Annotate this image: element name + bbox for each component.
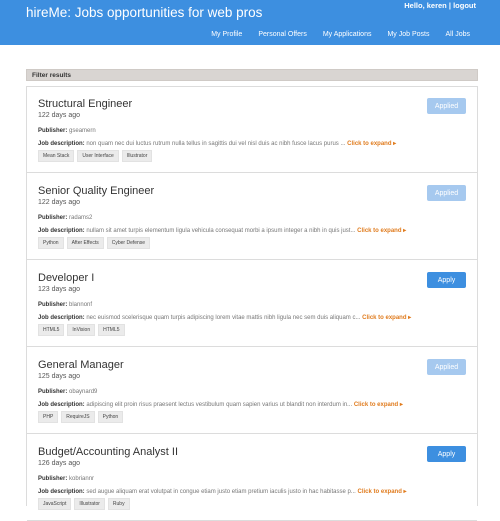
skill-tag[interactable]: Python <box>97 411 124 423</box>
job-publisher: Publisher: blannonf <box>38 302 92 308</box>
skill-tag[interactable]: InVision <box>67 324 96 336</box>
expand-link[interactable]: Click to expand ▸ <box>357 228 406 234</box>
job-card: Budget/Accounting Analyst II 126 days ago… <box>27 435 477 521</box>
nav-personal-offers[interactable]: Personal Offers <box>258 31 307 38</box>
skill-tag[interactable]: After Effects <box>66 237 104 249</box>
job-card: Developer I 123 days ago Publisher: blanno… <box>27 261 477 347</box>
job-description: Job description: nec euismod scelerisque… <box>38 314 468 321</box>
description-text: adipiscing elit proin risus praesent lec… <box>86 402 353 408</box>
skill-tag[interactable]: HTML5 <box>98 324 125 336</box>
skill-tag[interactable]: PHP <box>38 411 59 423</box>
expand-link[interactable]: Click to expand ▸ <box>347 141 396 147</box>
publisher-name: gseamern <box>69 128 96 134</box>
description-label: Job description: <box>38 228 85 234</box>
job-card: Structural Engineer 122 days ago Publisher… <box>27 87 477 173</box>
nav-my-profile[interactable]: My Profile <box>211 31 242 38</box>
job-posted-date: 122 days ago <box>38 112 81 119</box>
nav-my-applications[interactable]: My Applications <box>323 31 372 38</box>
apply-button[interactable]: Apply <box>427 446 466 462</box>
nav-all-jobs[interactable]: All Jobs <box>445 31 470 38</box>
applied-button[interactable]: Applied <box>427 185 466 201</box>
job-publisher: Publisher: radams2 <box>38 215 92 221</box>
logout-link[interactable]: logout <box>453 1 476 10</box>
publisher-name: kobriannr <box>69 476 95 482</box>
description-label: Job description: <box>38 489 85 495</box>
job-posted-date: 125 days ago <box>38 373 81 380</box>
site-brand[interactable]: hireMe: Jobs opportunities for web pros <box>26 5 262 20</box>
publisher-label: Publisher: <box>38 128 68 134</box>
publisher-name: obaynard9 <box>69 389 98 395</box>
skill-tags: PHP RequireJS Python <box>38 411 124 423</box>
job-title[interactable]: Budget/Accounting Analyst II <box>38 446 178 458</box>
user-menu: Hello, keren | logout <box>404 1 476 10</box>
expand-link[interactable]: Click to expand ▸ <box>354 402 403 408</box>
job-description: Job description: nullam sit amet turpis … <box>38 227 468 234</box>
main-nav: My Profile Personal Offers My Applicatio… <box>211 31 470 38</box>
skill-tag[interactable]: User Interface <box>77 150 119 162</box>
job-card: Senior Quality Engineer 122 days ago Publi… <box>27 174 477 260</box>
apply-button[interactable]: Apply <box>427 272 466 288</box>
skill-tags: Python After Effects Cyber Defense <box>38 237 151 249</box>
top-navbar: hireMe: Jobs opportunities for web pros … <box>0 0 500 45</box>
job-description: Job description: non quam nec dui luctus… <box>38 140 468 147</box>
description-text: sed augue aliquam erat volutpat in congu… <box>86 489 356 495</box>
publisher-label: Publisher: <box>38 215 68 221</box>
job-description: Job description: sed augue aliquam erat … <box>38 488 468 495</box>
nav-my-job-posts[interactable]: My Job Posts <box>387 31 429 38</box>
job-publisher: Publisher: obaynard9 <box>38 389 97 395</box>
description-text: non quam nec dui luctus rutrum nulla tel… <box>86 141 346 147</box>
publisher-name: blannonf <box>69 302 93 308</box>
skill-tags: HTML5 InVision HTML5 <box>38 324 125 336</box>
publisher-label: Publisher: <box>38 476 68 482</box>
applied-button[interactable]: Applied <box>427 359 466 375</box>
filter-results-bar[interactable]: Filter results <box>26 69 478 81</box>
job-card: General Manager 125 days ago Publisher: ob… <box>27 348 477 434</box>
publisher-label: Publisher: <box>38 302 68 308</box>
job-title[interactable]: Developer I <box>38 272 94 284</box>
user-greeting[interactable]: Hello, keren <box>404 1 447 10</box>
job-title[interactable]: Structural Engineer <box>38 98 132 110</box>
description-label: Job description: <box>38 315 85 321</box>
expand-link[interactable]: Click to expand ▸ <box>358 489 407 495</box>
job-description: Job description: adipiscing elit proin r… <box>38 401 468 408</box>
description-label: Job description: <box>38 402 85 408</box>
publisher-name: radams2 <box>69 215 93 221</box>
publisher-label: Publisher: <box>38 389 68 395</box>
expand-link[interactable]: Click to expand ▸ <box>362 315 411 321</box>
job-publisher: Publisher: kobriannr <box>38 476 94 482</box>
description-label: Job description: <box>38 141 85 147</box>
user-separator: | <box>448 1 451 10</box>
description-text: nec euismod scelerisque quam turpis adip… <box>86 315 361 321</box>
job-posted-date: 123 days ago <box>38 286 81 293</box>
job-title[interactable]: Senior Quality Engineer <box>38 185 154 197</box>
skill-tag[interactable]: RequireJS <box>61 411 95 423</box>
job-posted-date: 122 days ago <box>38 199 81 206</box>
skill-tag[interactable]: Illustrator <box>121 150 153 162</box>
description-text: nullam sit amet turpis elementum ligula … <box>86 228 356 234</box>
job-title[interactable]: General Manager <box>38 359 124 371</box>
skill-tag[interactable]: HTML5 <box>38 324 65 336</box>
job-publisher: Publisher: gseamern <box>38 128 96 134</box>
skill-tags: Mean Stack User Interface Illustrator <box>38 150 153 162</box>
skill-tag[interactable]: Cyber Defense <box>106 237 151 249</box>
job-posted-date: 126 days ago <box>38 460 81 467</box>
skill-tag[interactable]: Mean Stack <box>38 150 75 162</box>
applied-button[interactable]: Applied <box>427 98 466 114</box>
skill-tag[interactable]: Python <box>38 237 64 249</box>
job-list: Structural Engineer 122 days ago Publisher… <box>26 86 478 521</box>
